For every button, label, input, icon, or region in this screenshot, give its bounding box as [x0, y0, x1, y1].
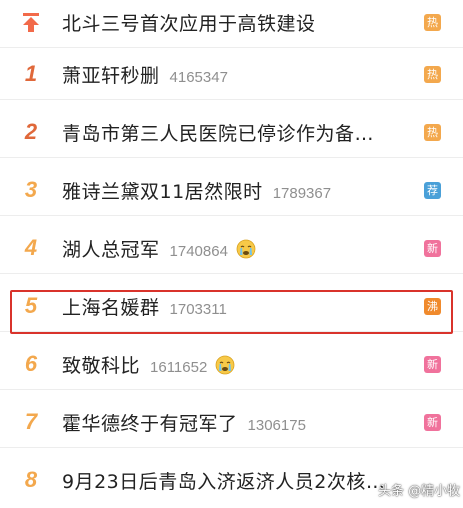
- rank-number: 8: [24, 467, 38, 492]
- item-count: 4165347: [169, 68, 228, 86]
- list-item[interactable]: 4 湖人总冠军 1740864 新: [0, 220, 463, 276]
- item-badge: 新: [424, 239, 441, 257]
- item-title-text: 萧亚轩秒删: [62, 64, 160, 87]
- item-title-text: 9月23日后青岛入济返济人员2次核…: [62, 470, 386, 493]
- divider: [0, 447, 463, 448]
- item-badge: 新: [424, 355, 441, 373]
- highlight-box: [10, 290, 453, 334]
- list-item[interactable]: 1 萧亚轩秒删 4165347 热: [0, 46, 463, 102]
- rank-number: 2: [24, 119, 38, 144]
- divider: [0, 157, 463, 158]
- divider: [0, 389, 463, 390]
- rank-number: 3: [24, 177, 38, 202]
- item-title-text: 霍华德终于有冠军了: [62, 412, 238, 435]
- divider: [0, 215, 463, 216]
- item-title-text: 北斗三号首次应用于高铁建设: [62, 12, 316, 35]
- item-title-text: 湖人总冠军: [62, 238, 160, 261]
- item-title[interactable]: 霍华德终于有冠军了 1306175: [62, 409, 306, 436]
- list-item[interactable]: 2 青岛市第三人民医院已停诊作为备… 热: [0, 104, 463, 160]
- item-title[interactable]: 致敬科比 1611652: [62, 351, 235, 378]
- item-title[interactable]: 湖人总冠军 1740864: [62, 235, 256, 262]
- item-count: 1740864: [169, 242, 228, 260]
- crying-face-icon: [236, 239, 256, 258]
- item-title-text: 雅诗兰黛双11居然限时: [62, 180, 263, 203]
- item-badge: 热: [424, 13, 441, 31]
- list-item[interactable]: 北斗三号首次应用于高铁建设 热: [0, 0, 463, 50]
- item-badge: 热: [424, 65, 441, 83]
- divider: [0, 99, 463, 100]
- item-badge: 新: [424, 413, 441, 431]
- item-title[interactable]: 萧亚轩秒删 4165347: [62, 61, 228, 88]
- top-arrow-icon: [23, 13, 39, 32]
- item-count: 1306175: [247, 416, 306, 434]
- list-item[interactable]: 3 雅诗兰黛双11居然限时 1789367 荐: [0, 162, 463, 218]
- list-item[interactable]: 7 霍华德终于有冠军了 1306175 新: [0, 394, 463, 450]
- watermark-text: 头条 @精小牧: [378, 484, 461, 499]
- rank-number: 7: [24, 409, 38, 434]
- divider: [0, 273, 463, 274]
- rank-number: 6: [24, 351, 38, 376]
- rank-number: 1: [24, 61, 38, 86]
- item-badge: 热: [424, 123, 441, 141]
- watermark: 头条 @精小牧: [378, 480, 460, 499]
- rank-number: 4: [24, 235, 38, 260]
- item-count: 1789367: [272, 184, 332, 202]
- item-title[interactable]: 9月23日后青岛入济返济人员2次核…: [62, 467, 385, 494]
- item-count: 1611652: [150, 358, 208, 376]
- item-title-text: 致敬科比: [62, 354, 141, 377]
- item-title[interactable]: 青岛市第三人民医院已停诊作为备…: [62, 119, 374, 146]
- list-item[interactable]: 6 致敬科比 1611652 新: [0, 336, 463, 392]
- crying-face-icon: [215, 355, 235, 374]
- item-badge: 荐: [424, 181, 441, 199]
- item-title[interactable]: 北斗三号首次应用于高铁建设: [62, 9, 316, 36]
- item-title[interactable]: 雅诗兰黛双11居然限时 1789367: [62, 177, 331, 204]
- item-title-text: 青岛市第三人民医院已停诊作为备…: [62, 122, 375, 145]
